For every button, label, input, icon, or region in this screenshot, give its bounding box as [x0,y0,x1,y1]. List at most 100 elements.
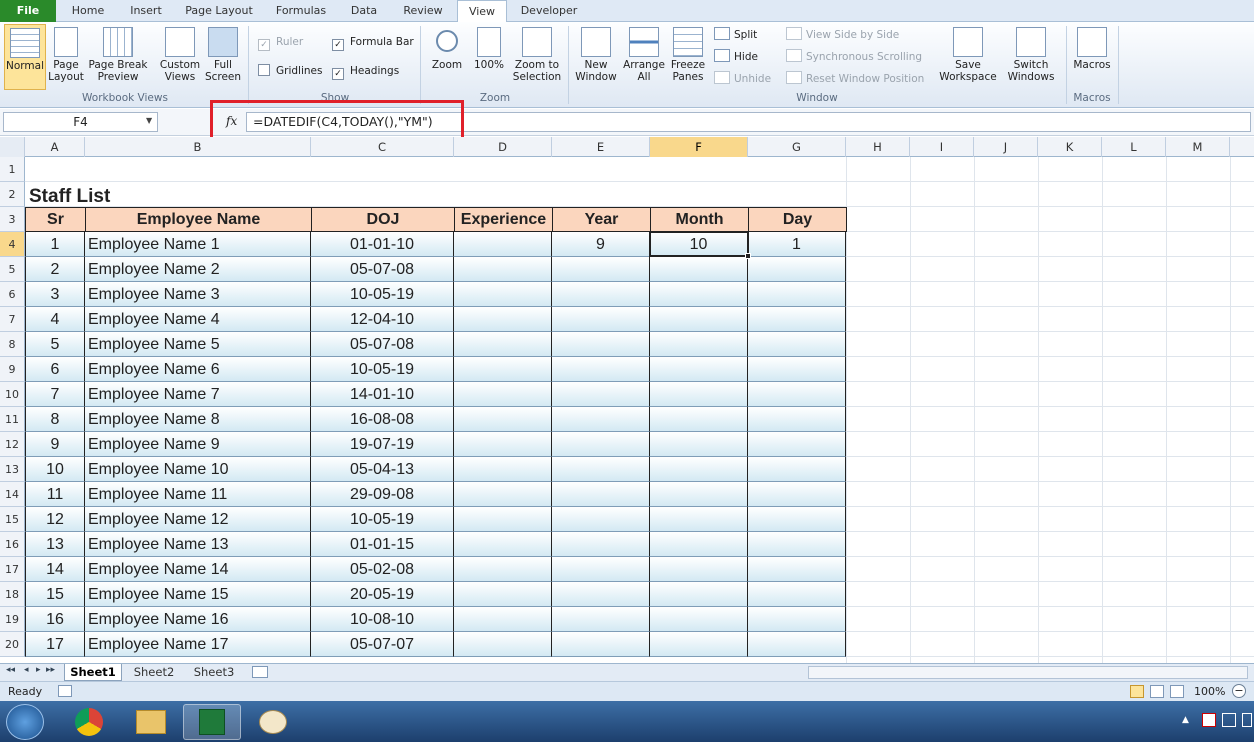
sheet-tab-sheet1[interactable]: Sheet1 [64,664,122,681]
cell-doj[interactable]: 14-01-10 [311,382,454,407]
cell-year[interactable] [552,432,650,457]
chevron-down-icon[interactable]: ▼ [146,116,152,125]
cell-employee-name[interactable]: Employee Name 9 [85,432,311,457]
column-header-b[interactable]: B [85,137,311,157]
cell-employee-name[interactable]: Employee Name 6 [85,357,311,382]
volume-icon[interactable] [1242,713,1252,727]
cell-sr[interactable]: 9 [25,432,85,457]
cell-doj[interactable]: 05-07-07 [311,632,454,657]
paint-taskbar-button[interactable] [244,704,302,740]
column-header-f[interactable]: F [650,137,748,157]
page-break-preview-button[interactable]: Page Break Preview [88,27,148,83]
hide-button[interactable]: Hide [714,49,758,65]
header-cell-year[interactable]: Year [552,207,651,232]
cell-employee-name[interactable]: Employee Name 8 [85,407,311,432]
cell-day[interactable]: 1 [748,232,846,257]
cell-day[interactable] [748,332,846,357]
macro-record-icon[interactable] [58,685,72,697]
insert-sheet-icon[interactable] [252,666,268,678]
cell-sr[interactable]: 17 [25,632,85,657]
cell-year[interactable] [552,607,650,632]
zoom-out-icon[interactable]: − [1232,684,1246,698]
cell-doj[interactable]: 05-04-13 [311,457,454,482]
cell-doj[interactable]: 05-02-08 [311,557,454,582]
tab-page-layout[interactable]: Page Layout [178,0,260,22]
tab-view[interactable]: View [457,0,507,23]
row-header[interactable]: 8 [0,332,25,357]
cell-experience[interactable] [454,232,552,257]
cell-day[interactable] [748,407,846,432]
header-cell-experience[interactable]: Experience [454,207,553,232]
cell-experience[interactable] [454,382,552,407]
cell-experience[interactable] [454,432,552,457]
cell-doj[interactable]: 29-09-08 [311,482,454,507]
cell-doj[interactable]: 10-05-19 [311,507,454,532]
sheet-tab-sheet2[interactable]: Sheet2 [126,664,182,681]
cell-day[interactable] [748,482,846,507]
row-header[interactable]: 18 [0,582,25,607]
cell-sr[interactable]: 15 [25,582,85,607]
cell-day[interactable] [748,507,846,532]
cell-month[interactable] [650,407,748,432]
cell-day[interactable] [748,307,846,332]
zoom-level[interactable]: 100% [1194,682,1225,701]
header-cell-sr[interactable]: Sr [25,207,86,232]
cell-year[interactable] [552,457,650,482]
column-header-a[interactable]: A [25,137,85,157]
switch-windows-button[interactable]: Switch Windows [1000,27,1062,83]
zoom-button[interactable]: Zoom [428,27,466,71]
cell-sr[interactable]: 6 [25,357,85,382]
cell-month[interactable] [650,632,748,657]
cell-year[interactable] [552,582,650,607]
cell-employee-name[interactable]: Employee Name 13 [85,532,311,557]
cell-month[interactable] [650,482,748,507]
cell-day[interactable] [748,532,846,557]
cell-day[interactable] [748,607,846,632]
row-header[interactable]: 4 [0,232,25,257]
cell-month[interactable] [650,357,748,382]
cell-sr[interactable]: 16 [25,607,85,632]
row-header[interactable]: 13 [0,457,25,482]
row-header[interactable]: 2 [0,182,25,207]
normal-view-button[interactable]: Normal [4,24,46,90]
cell-experience[interactable] [454,557,552,582]
row-header[interactable]: 6 [0,282,25,307]
column-header-m[interactable]: M [1166,137,1230,157]
cell-year[interactable] [552,557,650,582]
sheet-nav-prev-icon[interactable]: ◂ [24,665,29,675]
cell-doj[interactable]: 20-05-19 [311,582,454,607]
cell-experience[interactable] [454,357,552,382]
cell-year[interactable] [552,307,650,332]
cell-sr[interactable]: 5 [25,332,85,357]
select-all-corner[interactable] [0,137,25,157]
cell-doj[interactable]: 19-07-19 [311,432,454,457]
cell-day[interactable] [748,632,846,657]
cell-year[interactable] [552,507,650,532]
sheet-tab-sheet3[interactable]: Sheet3 [186,664,242,681]
column-header-e[interactable]: E [552,137,650,157]
row-header[interactable]: 14 [0,482,25,507]
cell-month[interactable] [650,457,748,482]
row-header[interactable]: 9 [0,357,25,382]
cell-doj[interactable]: 10-05-19 [311,282,454,307]
cell-employee-name[interactable]: Employee Name 16 [85,607,311,632]
tab-insert[interactable]: Insert [120,0,172,22]
worksheet-grid[interactable]: Staff List 1 2 3 4 5 6 7 8 9 10 11 12 13 14 15 16 17 18 19… [0,157,1254,663]
cell-day[interactable] [748,557,846,582]
cell-doj[interactable]: 05-07-08 [311,332,454,357]
cell-day[interactable] [748,357,846,382]
cell-employee-name[interactable]: Employee Name 12 [85,507,311,532]
tab-home[interactable]: Home [62,0,114,22]
column-header-l[interactable]: L [1102,137,1166,157]
cell-employee-name[interactable]: Employee Name 2 [85,257,311,282]
cell-sr[interactable]: 10 [25,457,85,482]
column-header-j[interactable]: J [974,137,1038,157]
cell-employee-name[interactable]: Employee Name 11 [85,482,311,507]
sheet-nav-next-icon[interactable]: ▸ [36,665,41,675]
normal-view-status-icon[interactable] [1130,685,1144,698]
name-box[interactable]: F4 [3,112,158,132]
cell-employee-name[interactable]: Employee Name 7 [85,382,311,407]
cell-month[interactable] [650,332,748,357]
tray-expand-icon[interactable]: ▲ [1182,715,1189,725]
header-cell-doj[interactable]: DOJ [311,207,455,232]
